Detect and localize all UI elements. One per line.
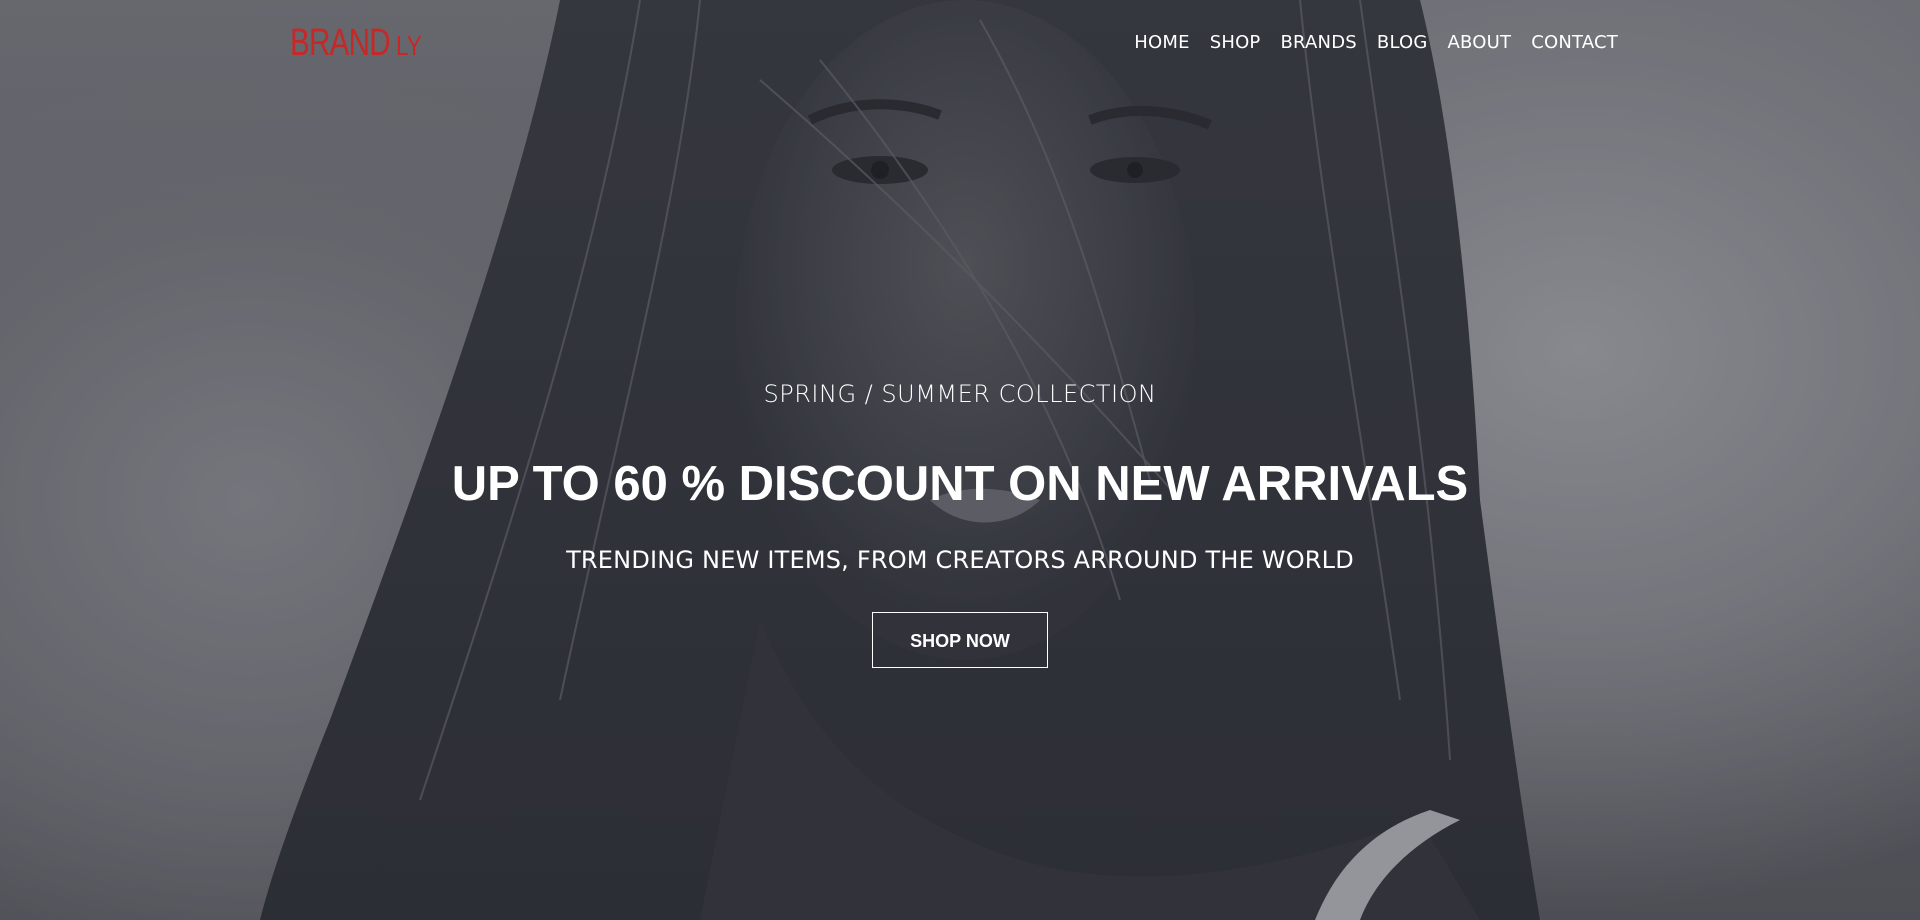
nav-home[interactable]: HOME xyxy=(1134,32,1189,53)
hero-subheadline: TRENDING NEW ITEMS, FROM CREATORS ARROUN… xyxy=(566,546,1354,574)
nav-brands[interactable]: BRANDS xyxy=(1281,32,1357,53)
brand-logo[interactable]: BRAND LY xyxy=(290,22,428,65)
nav-shop[interactable]: SHOP xyxy=(1210,32,1261,53)
hero-content: SPRING / SUMMER COLLECTION UP TO 60 % DI… xyxy=(0,380,1920,668)
shop-now-button[interactable]: SHOP NOW xyxy=(872,612,1048,668)
site-header: BRAND LY HOME SHOP BRANDS BLOG ABOUT CON… xyxy=(0,0,1920,90)
logo-main-text: BRAND xyxy=(290,22,391,64)
hero-headline: UP TO 60 % DISCOUNT ON NEW ARRIVALS xyxy=(451,457,1469,511)
hero-section: BRAND LY HOME SHOP BRANDS BLOG ABOUT CON… xyxy=(0,0,1920,920)
nav-about[interactable]: ABOUT xyxy=(1448,32,1512,53)
nav-contact[interactable]: CONTACT xyxy=(1531,32,1618,53)
logo-suffix-text: LY xyxy=(396,30,422,61)
nav-blog[interactable]: BLOG xyxy=(1377,32,1428,53)
main-nav: HOME SHOP BRANDS BLOG ABOUT CONTACT xyxy=(1114,32,1618,53)
collection-label: SPRING / SUMMER COLLECTION xyxy=(763,380,1157,408)
